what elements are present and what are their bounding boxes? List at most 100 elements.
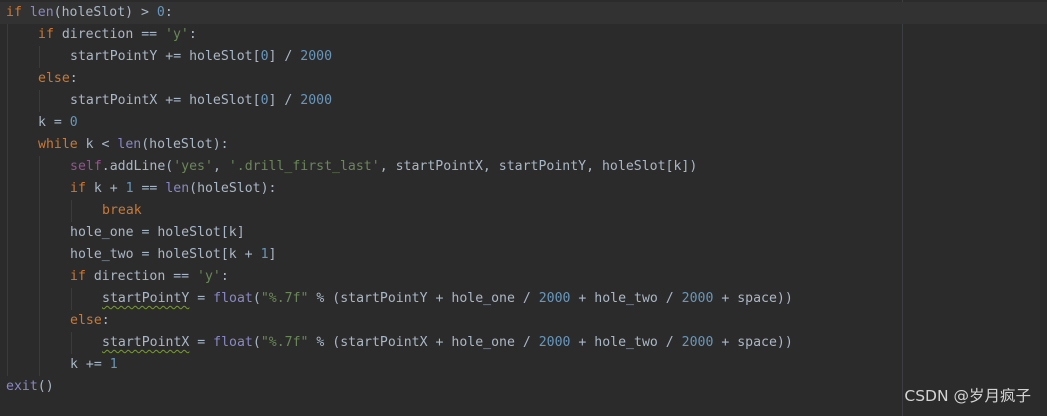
indent-guide xyxy=(71,288,72,310)
code-token: ] xyxy=(268,247,277,262)
code-text: else: xyxy=(38,68,78,90)
indent-guide xyxy=(7,46,8,68)
code-line[interactable]: while k < len(holeSlot): xyxy=(0,134,900,156)
code-token: hole_one = holeSlot[k] xyxy=(70,225,245,240)
indent-guide xyxy=(7,222,8,244)
indent-guide xyxy=(39,90,40,112)
code-token: self xyxy=(70,159,102,174)
code-token: else xyxy=(38,71,70,86)
code-token: startPointY += holeSlot[ xyxy=(70,49,261,64)
code-token: + space)) xyxy=(713,335,793,350)
indent-guide xyxy=(7,310,8,332)
code-text: if direction == 'y': xyxy=(70,266,229,288)
code-token: if xyxy=(70,269,86,284)
code-token: k = xyxy=(38,115,70,130)
code-token: : xyxy=(69,71,78,86)
code-token: startPointX xyxy=(102,335,190,350)
code-text: k += 1 xyxy=(70,354,118,376)
indent-guide xyxy=(71,332,72,354)
indent-guide xyxy=(39,222,40,244)
code-line[interactable]: else: xyxy=(0,310,900,332)
indent-guide xyxy=(39,354,40,376)
code-token: startPointX += holeSlot[ xyxy=(70,93,261,108)
code-token: 1 xyxy=(125,181,134,196)
code-token: 0 xyxy=(260,93,269,108)
code-line[interactable]: if k + 1 == len(holeSlot): xyxy=(0,178,900,200)
indent-guide xyxy=(7,178,8,200)
code-token: + space)) xyxy=(713,291,793,306)
code-line[interactable]: self.addLine('yes', '.drill_first_last',… xyxy=(0,156,900,178)
code-token: 'y' xyxy=(197,269,221,284)
indent-guide xyxy=(39,200,40,222)
code-token: startPointY xyxy=(102,291,190,306)
code-editor[interactable]: if len(holeSlot) > 0: if direction == 'y'… xyxy=(0,0,1047,416)
code-line[interactable]: exit() xyxy=(0,376,900,398)
code-token: hole_two = holeSlot[k + xyxy=(70,247,261,262)
code-line[interactable]: k = 0 xyxy=(0,112,900,134)
indent-guide xyxy=(7,288,8,310)
code-line[interactable]: k += 1 xyxy=(0,354,900,376)
code-text: while k < len(holeSlot): xyxy=(38,134,229,156)
code-token: 2000 xyxy=(300,93,333,108)
code-text: if k + 1 == len(holeSlot): xyxy=(70,178,276,200)
code-token: if xyxy=(38,27,54,42)
indent-guide xyxy=(39,332,40,354)
code-line[interactable]: startPointY = float("%.7f" % (startPoint… xyxy=(0,288,900,310)
code-line[interactable]: startPointX += holeSlot[0] / 2000 xyxy=(0,90,900,112)
code-token: = xyxy=(189,291,214,306)
code-line[interactable]: hole_two = holeSlot[k + 1] xyxy=(0,244,900,266)
code-token: float xyxy=(213,291,253,306)
code-token: 'y' xyxy=(165,27,189,42)
code-text: else: xyxy=(70,310,110,332)
code-token: else xyxy=(70,313,102,328)
code-token: ( xyxy=(252,335,261,350)
code-token: 2000 xyxy=(681,291,714,306)
code-token: : xyxy=(220,269,229,284)
code-token: k + xyxy=(85,181,126,196)
code-token: while xyxy=(38,137,78,152)
code-token: direction == xyxy=(53,27,166,42)
code-token: : xyxy=(164,5,173,20)
code-token: k < xyxy=(77,137,118,152)
code-line[interactable]: hole_one = holeSlot[k] xyxy=(0,222,900,244)
code-line[interactable]: if direction == 'y': xyxy=(0,266,900,288)
indent-guide xyxy=(39,310,40,332)
code-line[interactable]: startPointY += holeSlot[0] / 2000 xyxy=(0,46,900,68)
indent-guide xyxy=(7,24,8,46)
code-line[interactable]: else: xyxy=(0,68,900,90)
indent-guide xyxy=(7,332,8,354)
code-token: ( xyxy=(252,291,261,306)
code-token: .addLine( xyxy=(101,159,174,174)
code-token: ] / xyxy=(268,93,301,108)
code-token: + hole_two / xyxy=(570,291,682,306)
code-line[interactable]: startPointX = float("%.7f" % (startPoint… xyxy=(0,332,900,354)
code-token: len xyxy=(165,181,190,196)
indent-guide xyxy=(7,90,8,112)
code-token: float xyxy=(213,335,253,350)
code-token: 2000 xyxy=(538,335,571,350)
code-token: exit xyxy=(6,379,38,394)
code-token: if xyxy=(70,181,86,196)
code-text: break xyxy=(102,200,142,222)
indent-guide xyxy=(39,156,40,178)
code-token: 2000 xyxy=(300,49,333,64)
code-text: exit() xyxy=(6,376,54,398)
code-token: : xyxy=(101,313,110,328)
code-text: hole_two = holeSlot[k + 1] xyxy=(70,244,276,266)
code-line[interactable]: break xyxy=(0,200,900,222)
code-text: startPointY = float("%.7f" % (startPoint… xyxy=(102,288,793,310)
code-text: startPointX = float("%.7f" % (startPoint… xyxy=(102,332,793,354)
code-token: 1 xyxy=(260,247,269,262)
code-text: if direction == 'y': xyxy=(38,24,197,46)
indent-guide xyxy=(7,156,8,178)
code-token: 0 xyxy=(260,49,269,64)
code-token: (holeSlot): xyxy=(189,181,277,196)
code-text: self.addLine('yes', '.drill_first_last',… xyxy=(70,156,697,178)
indent-guide xyxy=(39,266,40,288)
code-line[interactable]: if direction == 'y': xyxy=(0,24,900,46)
code-token: if xyxy=(6,5,22,20)
indent-guide xyxy=(39,288,40,310)
code-token: direction == xyxy=(85,269,198,284)
code-line[interactable]: if len(holeSlot) > 0: xyxy=(0,2,1047,24)
